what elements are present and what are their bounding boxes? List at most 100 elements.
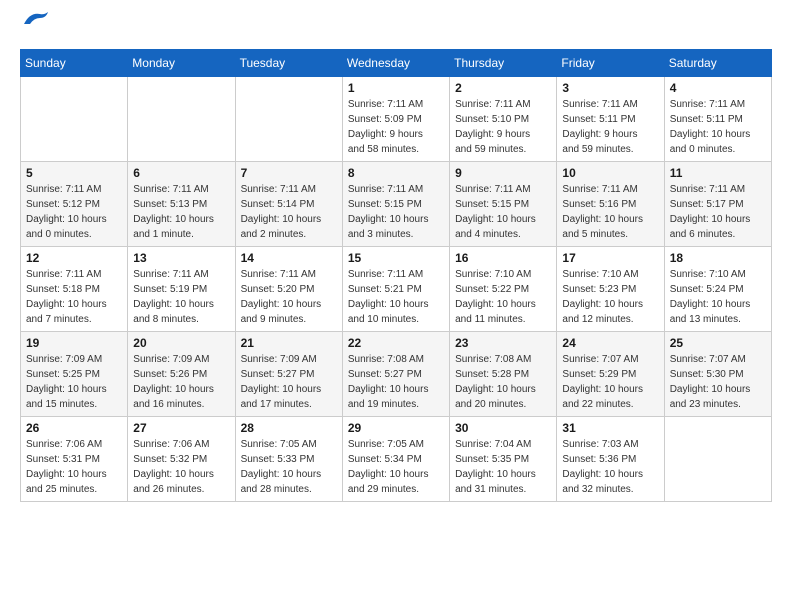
day-number: 24 — [562, 336, 658, 350]
weekday-header-thursday: Thursday — [450, 50, 557, 77]
day-number: 31 — [562, 421, 658, 435]
calendar-cell: 30 Sunrise: 7:04 AM Sunset: 5:35 PM Dayli… — [450, 417, 557, 502]
day-info: Sunrise: 7:11 AM Sunset: 5:10 PM Dayligh… — [455, 97, 551, 157]
calendar-cell: 14 Sunrise: 7:11 AM Sunset: 5:20 PM Dayli… — [235, 247, 342, 332]
calendar-cell: 27 Sunrise: 7:06 AM Sunset: 5:32 PM Dayli… — [128, 417, 235, 502]
day-number: 8 — [348, 166, 444, 180]
day-info: Sunrise: 7:11 AM Sunset: 5:19 PM Dayligh… — [133, 267, 229, 327]
calendar-cell: 29 Sunrise: 7:05 AM Sunset: 5:34 PM Dayli… — [342, 417, 449, 502]
day-info: Sunrise: 7:04 AM Sunset: 5:35 PM Dayligh… — [455, 437, 551, 497]
day-info: Sunrise: 7:10 AM Sunset: 5:24 PM Dayligh… — [670, 267, 766, 327]
day-info: Sunrise: 7:11 AM Sunset: 5:20 PM Dayligh… — [241, 267, 337, 327]
day-info: Sunrise: 7:09 AM Sunset: 5:27 PM Dayligh… — [241, 352, 337, 412]
calendar-week-2: 5Sunrise: 7:11 AM Sunset: 5:12 PM Daylig… — [21, 162, 772, 247]
day-number: 16 — [455, 251, 551, 265]
calendar-cell: 31Sunrise: 7:03 AM Sunset: 5:36 PM Dayli… — [557, 417, 664, 502]
calendar-cell: 24 Sunrise: 7:07 AM Sunset: 5:29 PM Dayli… — [557, 332, 664, 417]
calendar-cell: 20 Sunrise: 7:09 AM Sunset: 5:26 PM Dayli… — [128, 332, 235, 417]
day-info: Sunrise: 7:09 AM Sunset: 5:25 PM Dayligh… — [26, 352, 122, 412]
day-number: 6 — [133, 166, 229, 180]
calendar-cell: 12Sunrise: 7:11 AM Sunset: 5:18 PM Dayli… — [21, 247, 128, 332]
day-info: Sunrise: 7:11 AM Sunset: 5:17 PM Dayligh… — [670, 182, 766, 242]
calendar-cell: 16Sunrise: 7:10 AM Sunset: 5:22 PM Dayli… — [450, 247, 557, 332]
weekday-header-monday: Monday — [128, 50, 235, 77]
day-info: Sunrise: 7:09 AM Sunset: 5:26 PM Dayligh… — [133, 352, 229, 412]
calendar-cell: 5Sunrise: 7:11 AM Sunset: 5:12 PM Daylig… — [21, 162, 128, 247]
day-number: 27 — [133, 421, 229, 435]
weekday-header-wednesday: Wednesday — [342, 50, 449, 77]
page-header — [20, 20, 772, 33]
calendar-cell: 3 Sunrise: 7:11 AM Sunset: 5:11 PM Daylig… — [557, 77, 664, 162]
calendar-cell: 28 Sunrise: 7:05 AM Sunset: 5:33 PM Dayli… — [235, 417, 342, 502]
day-info: Sunrise: 7:11 AM Sunset: 5:12 PM Dayligh… — [26, 182, 122, 242]
day-info: Sunrise: 7:07 AM Sunset: 5:29 PM Dayligh… — [562, 352, 658, 412]
day-number: 20 — [133, 336, 229, 350]
day-info: Sunrise: 7:08 AM Sunset: 5:28 PM Dayligh… — [455, 352, 551, 412]
day-info: Sunrise: 7:11 AM Sunset: 5:18 PM Dayligh… — [26, 267, 122, 327]
calendar-cell — [235, 77, 342, 162]
day-info: Sunrise: 7:05 AM Sunset: 5:34 PM Dayligh… — [348, 437, 444, 497]
day-info: Sunrise: 7:11 AM Sunset: 5:14 PM Dayligh… — [241, 182, 337, 242]
day-info: Sunrise: 7:11 AM Sunset: 5:11 PM Dayligh… — [562, 97, 658, 157]
calendar-table: SundayMondayTuesdayWednesdayThursdayFrid… — [20, 49, 772, 502]
day-number: 26 — [26, 421, 122, 435]
calendar-cell: 2 Sunrise: 7:11 AM Sunset: 5:10 PM Daylig… — [450, 77, 557, 162]
day-number: 19 — [26, 336, 122, 350]
day-number: 21 — [241, 336, 337, 350]
day-number: 4 — [670, 81, 766, 95]
day-info: Sunrise: 7:08 AM Sunset: 5:27 PM Dayligh… — [348, 352, 444, 412]
calendar-cell — [21, 77, 128, 162]
weekday-header-sunday: Sunday — [21, 50, 128, 77]
day-number: 23 — [455, 336, 551, 350]
calendar-cell: 21 Sunrise: 7:09 AM Sunset: 5:27 PM Dayli… — [235, 332, 342, 417]
day-info: Sunrise: 7:11 AM Sunset: 5:15 PM Dayligh… — [348, 182, 444, 242]
calendar-cell: 1Sunrise: 7:11 AM Sunset: 5:09 PM Daylig… — [342, 77, 449, 162]
logo-bird-icon — [22, 10, 50, 33]
day-number: 28 — [241, 421, 337, 435]
calendar-week-3: 12Sunrise: 7:11 AM Sunset: 5:18 PM Dayli… — [21, 247, 772, 332]
day-number: 2 — [455, 81, 551, 95]
calendar-cell: 19 Sunrise: 7:09 AM Sunset: 5:25 PM Dayli… — [21, 332, 128, 417]
day-number: 14 — [241, 251, 337, 265]
calendar-cell: 4 Sunrise: 7:11 AM Sunset: 5:11 PM Daylig… — [664, 77, 771, 162]
calendar-cell: 18 Sunrise: 7:10 AM Sunset: 5:24 PM Dayli… — [664, 247, 771, 332]
weekday-header-tuesday: Tuesday — [235, 50, 342, 77]
day-number: 29 — [348, 421, 444, 435]
calendar-cell: 11 Sunrise: 7:11 AM Sunset: 5:17 PM Dayli… — [664, 162, 771, 247]
calendar-cell: 8 Sunrise: 7:11 AM Sunset: 5:15 PM Daylig… — [342, 162, 449, 247]
day-info: Sunrise: 7:11 AM Sunset: 5:16 PM Dayligh… — [562, 182, 658, 242]
day-info: Sunrise: 7:11 AM Sunset: 5:09 PM Dayligh… — [348, 97, 444, 157]
calendar-week-1: 1Sunrise: 7:11 AM Sunset: 5:09 PM Daylig… — [21, 77, 772, 162]
day-number: 25 — [670, 336, 766, 350]
day-number: 22 — [348, 336, 444, 350]
calendar-cell: 22 Sunrise: 7:08 AM Sunset: 5:27 PM Dayli… — [342, 332, 449, 417]
calendar-cell: 13Sunrise: 7:11 AM Sunset: 5:19 PM Dayli… — [128, 247, 235, 332]
day-info: Sunrise: 7:05 AM Sunset: 5:33 PM Dayligh… — [241, 437, 337, 497]
calendar-cell: 15 Sunrise: 7:11 AM Sunset: 5:21 PM Dayli… — [342, 247, 449, 332]
calendar-week-4: 19 Sunrise: 7:09 AM Sunset: 5:25 PM Dayli… — [21, 332, 772, 417]
day-info: Sunrise: 7:06 AM Sunset: 5:32 PM Dayligh… — [133, 437, 229, 497]
calendar-cell: 17 Sunrise: 7:10 AM Sunset: 5:23 PM Dayli… — [557, 247, 664, 332]
day-number: 15 — [348, 251, 444, 265]
day-number: 18 — [670, 251, 766, 265]
day-info: Sunrise: 7:11 AM Sunset: 5:21 PM Dayligh… — [348, 267, 444, 327]
day-info: Sunrise: 7:06 AM Sunset: 5:31 PM Dayligh… — [26, 437, 122, 497]
calendar-cell: 25 Sunrise: 7:07 AM Sunset: 5:30 PM Dayli… — [664, 332, 771, 417]
day-number: 9 — [455, 166, 551, 180]
day-number: 3 — [562, 81, 658, 95]
day-number: 30 — [455, 421, 551, 435]
logo — [20, 20, 50, 33]
day-info: Sunrise: 7:07 AM Sunset: 5:30 PM Dayligh… — [670, 352, 766, 412]
day-info: Sunrise: 7:10 AM Sunset: 5:23 PM Dayligh… — [562, 267, 658, 327]
day-number: 11 — [670, 166, 766, 180]
calendar-cell: 26 Sunrise: 7:06 AM Sunset: 5:31 PM Dayli… — [21, 417, 128, 502]
calendar-cell: 10Sunrise: 7:11 AM Sunset: 5:16 PM Dayli… — [557, 162, 664, 247]
day-info: Sunrise: 7:11 AM Sunset: 5:11 PM Dayligh… — [670, 97, 766, 157]
weekday-header-row: SundayMondayTuesdayWednesdayThursdayFrid… — [21, 50, 772, 77]
calendar-cell: 23 Sunrise: 7:08 AM Sunset: 5:28 PM Dayli… — [450, 332, 557, 417]
calendar-cell: 6Sunrise: 7:11 AM Sunset: 5:13 PM Daylig… — [128, 162, 235, 247]
calendar-week-5: 26 Sunrise: 7:06 AM Sunset: 5:31 PM Dayli… — [21, 417, 772, 502]
calendar-cell: 7 Sunrise: 7:11 AM Sunset: 5:14 PM Daylig… — [235, 162, 342, 247]
day-number: 17 — [562, 251, 658, 265]
day-number: 7 — [241, 166, 337, 180]
